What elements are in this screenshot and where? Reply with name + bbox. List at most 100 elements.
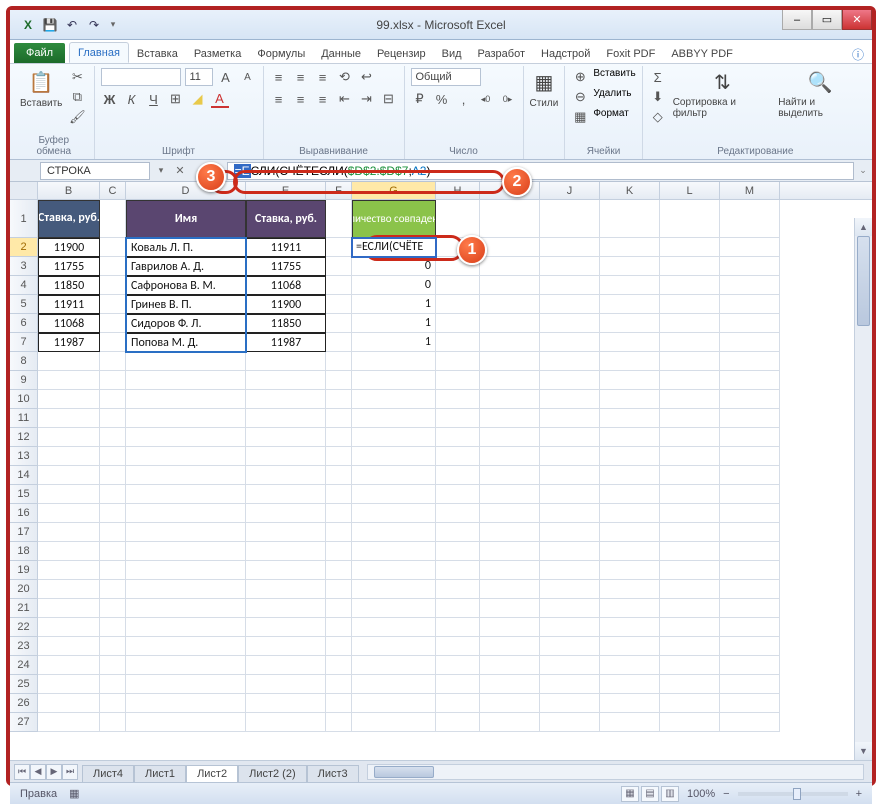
cell[interactable]: 0 bbox=[352, 257, 436, 276]
cell[interactable] bbox=[326, 428, 352, 447]
cell[interactable] bbox=[660, 561, 720, 580]
clear-icon[interactable]: ◇ bbox=[649, 108, 667, 126]
cell[interactable] bbox=[126, 371, 246, 390]
cell[interactable] bbox=[126, 580, 246, 599]
cell[interactable]: 11987 bbox=[38, 333, 100, 352]
cell[interactable] bbox=[38, 428, 100, 447]
cell[interactable] bbox=[720, 314, 780, 333]
align-bottom-icon[interactable]: ≡ bbox=[314, 68, 332, 86]
cell[interactable] bbox=[480, 580, 540, 599]
cell[interactable] bbox=[100, 295, 126, 314]
sort-filter-button[interactable]: ⇅ Сортировка и фильтр bbox=[673, 68, 772, 119]
cell[interactable]: 11755 bbox=[246, 257, 326, 276]
bold-icon[interactable]: Ж bbox=[101, 90, 119, 108]
cell[interactable] bbox=[246, 371, 326, 390]
cell[interactable] bbox=[480, 637, 540, 656]
cell[interactable] bbox=[660, 390, 720, 409]
row-header[interactable]: 9 bbox=[10, 371, 37, 390]
col-header[interactable]: E bbox=[246, 182, 326, 199]
row-header[interactable]: 4 bbox=[10, 276, 37, 295]
cell[interactable] bbox=[352, 637, 436, 656]
cell[interactable] bbox=[600, 694, 660, 713]
cell[interactable] bbox=[246, 561, 326, 580]
cell[interactable]: 0 bbox=[352, 276, 436, 295]
cell[interactable] bbox=[480, 618, 540, 637]
cell[interactable] bbox=[660, 428, 720, 447]
cell[interactable] bbox=[540, 314, 600, 333]
italic-icon[interactable]: К bbox=[123, 90, 141, 108]
sheet-tab[interactable]: Лист2 bbox=[186, 765, 238, 782]
cell[interactable] bbox=[436, 580, 480, 599]
cell[interactable] bbox=[100, 238, 126, 257]
cell[interactable] bbox=[246, 580, 326, 599]
indent-inc-icon[interactable]: ⇥ bbox=[358, 90, 376, 108]
row-header[interactable]: 2 bbox=[10, 238, 37, 257]
cell[interactable] bbox=[720, 599, 780, 618]
cell[interactable] bbox=[352, 675, 436, 694]
cell[interactable]: 11850 bbox=[246, 314, 326, 333]
cell[interactable] bbox=[326, 371, 352, 390]
cell[interactable] bbox=[100, 409, 126, 428]
cell[interactable] bbox=[660, 409, 720, 428]
cell[interactable] bbox=[660, 333, 720, 352]
align-left-icon[interactable]: ≡ bbox=[270, 90, 288, 108]
cell[interactable] bbox=[480, 504, 540, 523]
cell[interactable] bbox=[352, 523, 436, 542]
cell[interactable] bbox=[100, 466, 126, 485]
cell[interactable]: Сафронова В. М. bbox=[126, 276, 246, 295]
cell[interactable] bbox=[720, 352, 780, 371]
cell[interactable] bbox=[660, 656, 720, 675]
cell[interactable] bbox=[600, 485, 660, 504]
save-icon[interactable]: 💾 bbox=[42, 17, 58, 33]
cell[interactable] bbox=[326, 504, 352, 523]
currency-icon[interactable]: ₽ bbox=[411, 90, 429, 108]
cell[interactable] bbox=[720, 675, 780, 694]
cell[interactable] bbox=[600, 618, 660, 637]
cell[interactable] bbox=[436, 523, 480, 542]
cell[interactable] bbox=[326, 580, 352, 599]
cell[interactable] bbox=[600, 238, 660, 257]
zoom-handle[interactable] bbox=[793, 788, 801, 800]
cell[interactable] bbox=[126, 428, 246, 447]
cell[interactable] bbox=[660, 523, 720, 542]
cell[interactable]: 1 bbox=[352, 333, 436, 352]
cell[interactable] bbox=[436, 618, 480, 637]
cell[interactable] bbox=[480, 295, 540, 314]
view-break-icon[interactable]: ▥ bbox=[661, 786, 679, 802]
cell[interactable] bbox=[600, 561, 660, 580]
cell[interactable] bbox=[100, 352, 126, 371]
cell[interactable] bbox=[246, 466, 326, 485]
col-header[interactable]: F bbox=[326, 182, 352, 199]
cell[interactable] bbox=[720, 371, 780, 390]
cell[interactable] bbox=[720, 580, 780, 599]
cell[interactable] bbox=[540, 295, 600, 314]
cell[interactable] bbox=[100, 618, 126, 637]
cell[interactable] bbox=[100, 637, 126, 656]
help-icon[interactable]: ⓘ bbox=[844, 46, 872, 63]
cell[interactable] bbox=[436, 447, 480, 466]
cell[interactable] bbox=[326, 200, 352, 238]
cell[interactable] bbox=[660, 295, 720, 314]
cell[interactable] bbox=[660, 276, 720, 295]
cell[interactable] bbox=[326, 542, 352, 561]
cell[interactable] bbox=[480, 694, 540, 713]
cut-icon[interactable]: ✂ bbox=[68, 68, 86, 86]
cell[interactable] bbox=[326, 352, 352, 371]
row-header[interactable]: 15 bbox=[10, 485, 37, 504]
sheet-tab[interactable]: Лист3 bbox=[307, 765, 359, 782]
col-header[interactable]: H bbox=[436, 182, 480, 199]
cell[interactable] bbox=[600, 276, 660, 295]
cell[interactable] bbox=[600, 713, 660, 732]
number-format-select[interactable]: Общий bbox=[411, 68, 481, 86]
sheet-tab[interactable]: Лист4 bbox=[82, 765, 134, 782]
delete-cell-icon[interactable]: ⊖ bbox=[571, 88, 589, 106]
cell[interactable] bbox=[540, 466, 600, 485]
cell[interactable] bbox=[352, 561, 436, 580]
cell[interactable] bbox=[600, 504, 660, 523]
cell[interactable] bbox=[540, 409, 600, 428]
cell[interactable] bbox=[352, 352, 436, 371]
expand-formula-bar-icon[interactable]: ⌄ bbox=[854, 165, 872, 176]
cell[interactable] bbox=[480, 314, 540, 333]
cell[interactable]: 1 bbox=[352, 295, 436, 314]
cell[interactable] bbox=[720, 447, 780, 466]
